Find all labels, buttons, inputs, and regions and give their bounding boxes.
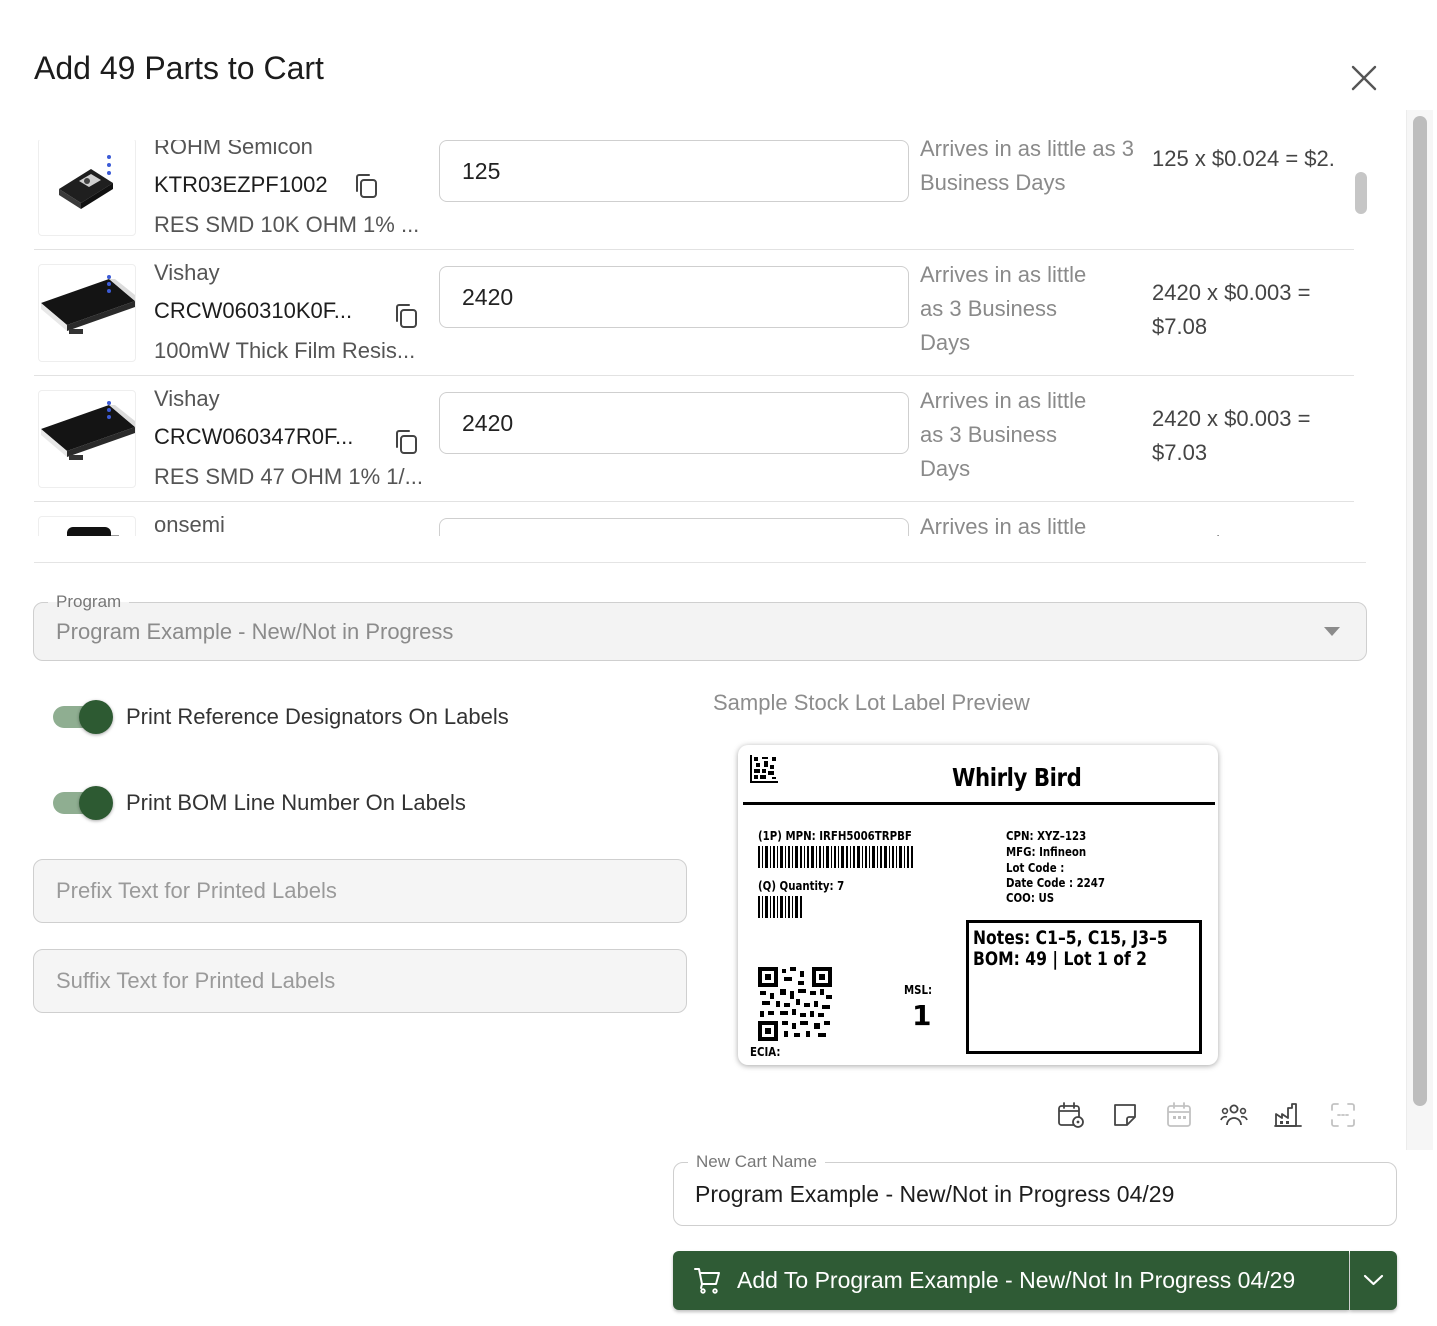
label-coo: COO: US: [1006, 891, 1055, 905]
part-image: [38, 516, 136, 536]
ref-designators-label: Print Reference Designators On Labels: [126, 704, 509, 729]
cart-icon: [694, 1268, 720, 1294]
part-manufacturer: Vishay: [154, 386, 220, 411]
line-price: 2420 x $0.003 = $7.08: [1152, 280, 1311, 339]
stock-lot-label-preview: Whirly Bird (1P) MPN: IRFH5006TRPBF (Q) …: [738, 745, 1218, 1065]
add-options-dropdown-button[interactable]: [1350, 1251, 1397, 1310]
list-item: onsemi Arrives in as little 440 x $0.020…: [34, 502, 1354, 536]
bom-line-label: Print BOM Line Number On Labels: [126, 790, 466, 815]
users-icon[interactable]: [1219, 1100, 1249, 1130]
list-item: Vishay CRCW060310K0F... 100mW Thick Film…: [34, 250, 1354, 376]
part-manufacturer: Vishay: [154, 260, 220, 285]
new-cart-name-field: New Cart Name: [673, 1152, 1397, 1226]
label-ecia: ECIA:: [750, 1045, 781, 1059]
arrival-estimate: Arrives in as little as 3 Business Days: [920, 140, 1134, 195]
label-notes-box: Notes: C1–5, C15, J3–5 BOM: 49 | Lot 1 o…: [966, 920, 1202, 1054]
line-price: 440 x $0.020 =: [1152, 528, 1342, 536]
label-mfg: MFG: Infineon: [1006, 845, 1087, 859]
scan-icon[interactable]: [1328, 1100, 1358, 1130]
part-image: [38, 390, 136, 488]
copy-icon[interactable]: [392, 428, 420, 456]
program-select[interactable]: Program Program Example - New/Not in Pro…: [33, 592, 1367, 661]
arrival-estimate: Arrives in as little as 3 Business Days: [920, 388, 1087, 481]
part-description: 100mW Thick Film Resis...: [154, 338, 416, 363]
parts-list-scrollbar-thumb[interactable]: [1355, 172, 1367, 214]
dialog-scrollbar-thumb[interactable]: [1413, 116, 1427, 1106]
dialog-title: Add 49 Parts to Cart: [34, 50, 324, 86]
toggle-knob: [79, 700, 113, 734]
part-manufacturer: onsemi: [154, 512, 225, 536]
label-quantity: (Q) Quantity: 7: [758, 879, 845, 893]
parts-list: ROHM Semicon KTR03EZPF1002 RES SMD 10K O…: [34, 140, 1366, 536]
line-price: 125 x $0.024 = $2.: [1152, 146, 1335, 171]
calendar-icon[interactable]: [1164, 1100, 1194, 1130]
ecia-qr-code: [758, 967, 832, 1041]
quantity-barcode: [758, 896, 802, 918]
arrival-estimate: Arrives in as little as 3 Business Days: [920, 262, 1087, 355]
arrival-estimate: Arrives in as little: [920, 514, 1087, 536]
part-mpn: KTR03EZPF1002: [154, 172, 328, 197]
calendar-pin-icon[interactable]: [1056, 1100, 1086, 1130]
part-description: RES SMD 47 OHM 1% 1/...: [154, 464, 423, 489]
quantity-input[interactable]: [439, 140, 909, 202]
program-select-value: Program Example - New/Not in Progress: [56, 619, 454, 644]
label-notes: Notes: C1–5, C15, J3–5: [973, 927, 1168, 949]
program-select-label: Program: [48, 592, 130, 612]
toggle-knob: [79, 786, 113, 820]
quantity-input[interactable]: [439, 266, 909, 328]
line-price: 2420 x $0.003 = $7.03: [1152, 406, 1311, 465]
bom-line-toggle[interactable]: [53, 786, 113, 820]
copy-icon[interactable]: [352, 172, 380, 200]
quantity-input[interactable]: [439, 518, 909, 536]
label-preview-title: Sample Stock Lot Label Preview: [713, 690, 1030, 715]
label-cpn: CPN: XYZ–123: [1006, 829, 1087, 843]
sticky-note-icon[interactable]: [1110, 1100, 1140, 1130]
datamatrix-icon: [750, 755, 778, 783]
prefix-text-input[interactable]: [33, 859, 687, 923]
label-msl-value: 1: [912, 999, 932, 1032]
mpn-barcode: [758, 846, 913, 868]
part-mpn: CRCW060347R0F...: [154, 424, 354, 449]
label-company: Whirly Bird: [952, 763, 1082, 792]
part-mpn: CRCW060310K0F...: [154, 298, 353, 323]
new-cart-name-input[interactable]: [674, 1163, 1396, 1225]
chevron-down-icon: [1324, 627, 1340, 636]
label-mpn: (1P) MPN: IRFH5006TRPBF: [758, 829, 912, 843]
part-manufacturer: ROHM Semicon: [154, 140, 313, 159]
factory-icon[interactable]: [1273, 1100, 1303, 1130]
label-lot-code: Lot Code :: [1006, 861, 1065, 875]
label-bom-lot: BOM: 49 | Lot 1 of 2: [973, 948, 1148, 970]
quantity-input[interactable]: [439, 392, 909, 454]
add-parts-dialog: Add 49 Parts to Cart ROHM Semicon KTR03E…: [0, 0, 1437, 1326]
label-date-code: Date Code : 2247: [1006, 876, 1105, 890]
part-image: [38, 140, 136, 236]
add-to-cart-button[interactable]: Add To Program Example - New/Not In Prog…: [673, 1251, 1349, 1310]
add-to-cart-label: Add To Program Example - New/Not In Prog…: [737, 1267, 1296, 1293]
suffix-text-input[interactable]: [33, 949, 687, 1013]
section-divider: [34, 562, 1366, 563]
chevron-down-icon: [1363, 1274, 1384, 1286]
ref-designators-toggle[interactable]: [53, 700, 113, 734]
close-icon[interactable]: [1344, 58, 1384, 98]
part-image: [38, 264, 136, 362]
label-rule: [743, 802, 1215, 805]
part-description: RES SMD 10K OHM 1% ...: [154, 212, 420, 237]
copy-icon[interactable]: [392, 302, 420, 330]
list-item: ROHM Semicon KTR03EZPF1002 RES SMD 10K O…: [34, 140, 1354, 250]
list-item: Vishay CRCW060347R0F... RES SMD 47 OHM 1…: [34, 376, 1354, 502]
label-msl: MSL:: [904, 983, 933, 997]
